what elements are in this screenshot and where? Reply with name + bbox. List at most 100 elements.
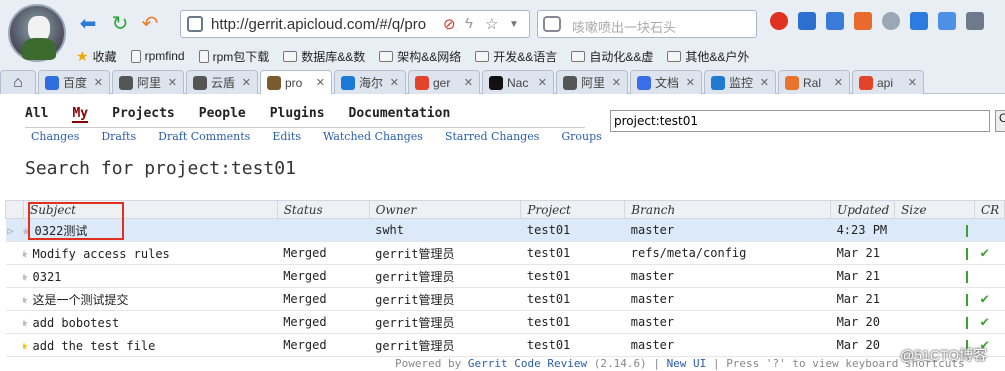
- avatar[interactable]: [8, 4, 66, 62]
- subject-text[interactable]: 0321: [33, 270, 62, 284]
- cell-owner[interactable]: gerrit管理员: [369, 287, 521, 311]
- browser-tab[interactable]: pro ✕: [260, 70, 332, 94]
- column-owner[interactable]: Owner: [368, 200, 522, 219]
- menu-item-people[interactable]: People: [199, 106, 246, 123]
- submenu-item-watched-changes[interactable]: Watched Changes: [323, 130, 423, 143]
- submenu-item-drafts[interactable]: Drafts: [101, 130, 136, 143]
- home-tab[interactable]: ⌂: [0, 70, 36, 94]
- refresh-icon[interactable]: ↻: [108, 12, 132, 36]
- browser-tab[interactable]: 监控 ✕: [704, 70, 776, 94]
- bookmark-item[interactable]: 数据库&&数: [283, 46, 365, 66]
- new-ui-link[interactable]: New UI: [667, 357, 707, 370]
- menu-item-all[interactable]: All: [25, 106, 48, 123]
- cell-project[interactable]: test01: [520, 241, 625, 265]
- close-icon[interactable]: ✕: [316, 76, 325, 89]
- adblock-icon[interactable]: [770, 12, 788, 30]
- menu-item-plugins[interactable]: Plugins: [270, 106, 325, 123]
- cell-owner[interactable]: gerrit管理员: [369, 333, 521, 357]
- submenu-item-groups[interactable]: Groups: [561, 130, 601, 143]
- close-icon[interactable]: ✕: [168, 76, 177, 89]
- subject-text[interactable]: Modify access rules: [33, 247, 170, 261]
- search-button[interactable]: C: [995, 110, 1005, 132]
- table-row[interactable]: ★ add the test file Mergedgerrit管理员test01m…: [5, 333, 1005, 357]
- cell-project[interactable]: test01: [520, 310, 625, 334]
- cell-subject[interactable]: ★ add the test file: [23, 333, 278, 357]
- block-icon[interactable]: ⊘: [443, 15, 456, 33]
- close-icon[interactable]: ✕: [390, 76, 399, 89]
- subject-text[interactable]: add bobotest: [33, 316, 120, 330]
- menu-item-documentation[interactable]: Documentation: [349, 106, 451, 123]
- star-icon[interactable]: ★: [23, 244, 28, 262]
- cell-subject[interactable]: ★ 0321: [23, 264, 278, 288]
- back-icon[interactable]: ⬅: [76, 12, 100, 36]
- extension-icon[interactable]: [798, 12, 816, 30]
- subject-text[interactable]: 这是一个测试提交: [33, 293, 129, 307]
- cell-branch[interactable]: refs/meta/config: [624, 241, 831, 265]
- close-icon[interactable]: ✕: [538, 76, 547, 89]
- undo-icon[interactable]: ↶: [138, 12, 162, 36]
- translate-icon[interactable]: [826, 12, 844, 30]
- cloud-icon[interactable]: [882, 12, 900, 30]
- search-box[interactable]: 咳嗽喷出一块石头: [537, 10, 757, 38]
- star-icon[interactable]: ☆: [485, 15, 498, 33]
- table-row[interactable]: ★ 0321 Mergedgerrit管理员test01masterMar 21: [5, 264, 1005, 288]
- column-project[interactable]: Project: [520, 200, 626, 219]
- column-branch[interactable]: Branch: [624, 200, 832, 219]
- menu-item-my[interactable]: My: [72, 106, 89, 123]
- bookmark-item[interactable]: ★ 收藏: [76, 46, 117, 66]
- screenshot-icon[interactable]: [910, 12, 928, 30]
- star-icon[interactable]: ★: [23, 267, 28, 285]
- cell-owner[interactable]: gerrit管理员: [369, 264, 521, 288]
- subject-text[interactable]: add the test file: [33, 339, 156, 353]
- cell-project[interactable]: test01: [520, 333, 625, 357]
- star-icon[interactable]: ★: [23, 313, 28, 331]
- close-icon[interactable]: ✕: [94, 76, 103, 89]
- bookmark-item[interactable]: 其他&&户外: [667, 46, 749, 66]
- close-icon[interactable]: ✕: [464, 76, 473, 89]
- browser-tab[interactable]: 阿里 ✕: [112, 70, 184, 94]
- close-icon[interactable]: ✕: [612, 76, 621, 89]
- close-icon[interactable]: ✕: [908, 76, 917, 89]
- column-size[interactable]: Size: [894, 200, 975, 219]
- cell-project[interactable]: test01: [520, 218, 625, 242]
- cell-owner[interactable]: gerrit管理员: [369, 241, 521, 265]
- cell-owner[interactable]: swht: [369, 218, 521, 242]
- cell-branch[interactable]: master: [624, 287, 831, 311]
- bookmark-item[interactable]: 开发&&语言: [475, 46, 557, 66]
- close-icon[interactable]: ✕: [242, 76, 251, 89]
- cell-owner[interactable]: gerrit管理员: [369, 310, 521, 334]
- cell-subject[interactable]: ★ add bobotest: [23, 310, 278, 334]
- menu-icon[interactable]: [966, 12, 984, 30]
- bookmark-item[interactable]: 自动化&&虚: [571, 46, 653, 66]
- submenu-item-changes[interactable]: Changes: [31, 130, 79, 143]
- column-cr[interactable]: CR: [973, 200, 1005, 219]
- bookmark-item[interactable]: rpmfind: [130, 46, 185, 66]
- browser-tab[interactable]: ger ✕: [408, 70, 480, 94]
- star-icon[interactable]: ★: [23, 336, 28, 354]
- bookmark-item[interactable]: rpm包下载: [198, 46, 269, 66]
- table-row[interactable]: ★ add bobotest Mergedgerrit管理员test01master…: [5, 310, 1005, 334]
- sidebar-icon[interactable]: [854, 12, 872, 30]
- search-input[interactable]: [610, 110, 990, 132]
- lightning-icon[interactable]: ϟ: [465, 15, 473, 32]
- browser-tab[interactable]: 百度 ✕: [38, 70, 110, 94]
- browser-tab[interactable]: Ral ✕: [778, 70, 850, 94]
- address-bar[interactable]: http://gerrit.apicloud.com/#/q/pro ⊘ ϟ ☆…: [180, 10, 530, 38]
- cell-branch[interactable]: master: [624, 264, 831, 288]
- chevron-down-icon[interactable]: ▼: [509, 19, 519, 30]
- browser-tab[interactable]: api ✕: [852, 70, 924, 94]
- column-updated[interactable]: Updated: [830, 200, 896, 219]
- mail-icon[interactable]: [938, 12, 956, 30]
- browser-tab[interactable]: 阿里 ✕: [556, 70, 628, 94]
- cell-branch[interactable]: master: [624, 333, 831, 357]
- cell-branch[interactable]: master: [624, 218, 831, 242]
- table-row[interactable]: ▷★0322测试swhttest01master4:23 PM: [5, 218, 1005, 242]
- browser-tab[interactable]: 云盾 ✕: [186, 70, 258, 94]
- submenu-item-draft-comments[interactable]: Draft Comments: [158, 130, 250, 143]
- close-icon[interactable]: ✕: [686, 76, 695, 89]
- close-icon[interactable]: ✕: [834, 76, 843, 89]
- star-icon[interactable]: ★: [23, 290, 28, 308]
- gerrit-link[interactable]: Gerrit Code Review: [468, 357, 587, 370]
- browser-tab[interactable]: 文档 ✕: [630, 70, 702, 94]
- browser-tab[interactable]: Nac ✕: [482, 70, 554, 94]
